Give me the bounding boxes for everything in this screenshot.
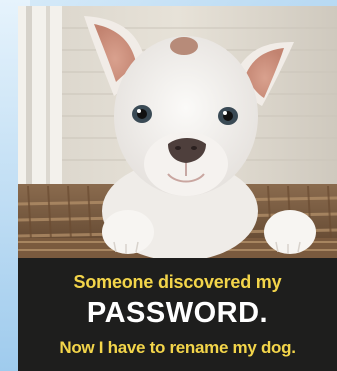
caption-panel: Someone discovered my PASSWORD. Now I ha… [18,258,337,371]
meme-poster: Someone discovered my PASSWORD. Now I ha… [18,6,337,371]
caption-line-1: Someone discovered my [73,272,282,292]
caption-line-2: PASSWORD. [86,297,269,329]
caption-line-3: Now I have to rename my dog. [59,338,296,357]
puppy-photo [18,6,337,258]
